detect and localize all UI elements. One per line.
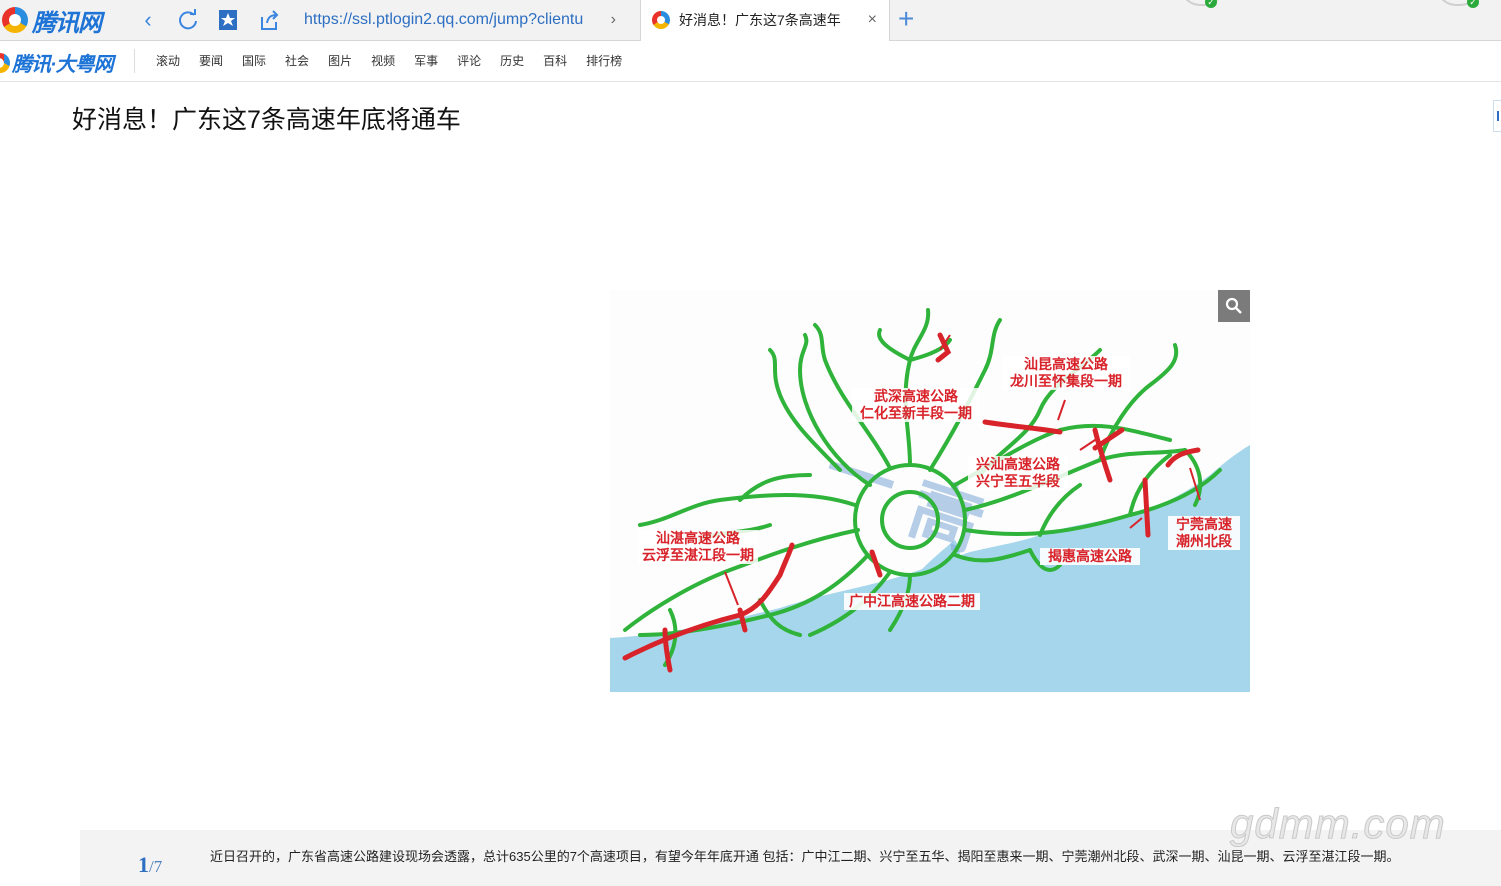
route-label-guangzhongjiang: 广中江高速公路二期: [844, 593, 980, 610]
menu-item[interactable]: 视频: [371, 41, 395, 81]
back-icon[interactable]: ‹: [134, 6, 162, 34]
menu-item[interactable]: 历史: [500, 41, 524, 81]
check-badge-icon: ✓: [1467, 0, 1479, 8]
share-icon[interactable]: [255, 6, 283, 34]
browser-brand-label: 腾讯网: [32, 9, 102, 37]
pager-total: 7: [153, 857, 163, 876]
magnifier-icon: [1225, 297, 1242, 314]
menu-item[interactable]: 军事: [414, 41, 438, 81]
route-label-jiehui: 揭惠高速公路: [1040, 548, 1140, 565]
menu-item[interactable]: 国际: [242, 41, 266, 81]
route-label-shanzhan: 汕湛高速公路 云浮至湛江段一期: [638, 530, 758, 564]
menu-item[interactable]: 社会: [285, 41, 309, 81]
address-text: https://ssl.ptlogin2.qq.com/jump?clientu: [304, 11, 584, 28]
menu-item[interactable]: 排行榜: [586, 41, 622, 81]
new-tab-button[interactable]: +: [898, 4, 914, 34]
menu-item[interactable]: 图片: [328, 41, 352, 81]
address-bar[interactable]: https://ssl.ptlogin2.qq.com/jump?clientu…: [292, 0, 638, 40]
site-watermark: gdmm.com: [1230, 800, 1446, 848]
route-label-shankun: 汕昆高速公路 龙川至怀集段一期: [1002, 356, 1130, 390]
nav-divider: [134, 49, 135, 73]
chevron-right-icon[interactable]: ›: [611, 0, 616, 40]
check-badge-icon: ✓: [1205, 0, 1217, 8]
browser-brand[interactable]: 腾讯网: [0, 5, 102, 37]
menu-item[interactable]: 要闻: [199, 41, 223, 81]
menu-item[interactable]: 百科: [543, 41, 567, 81]
tab-title: 好消息！广东这7条高速年: [679, 12, 841, 28]
image-caption: 近日召开的，广东省高速公路建设现场会透露，总计635公里的7个高速项目，有望今年…: [210, 849, 1400, 864]
refresh-icon[interactable]: [174, 6, 202, 34]
article-headline: 好消息！广东这7条高速年底将通车: [72, 106, 461, 134]
route-label-ningguan: 宁莞高速 潮州北段: [1168, 516, 1240, 550]
tab-favicon-icon: [652, 11, 670, 29]
menu-item[interactable]: 滚动: [156, 41, 180, 81]
tencent-logo-icon: [2, 7, 28, 33]
site-brand-label: 腾讯·大粤网: [12, 54, 114, 76]
channel-menu: 滚动 要闻 国际 社会 图片 视频 军事 评论 历史 百科 排行榜: [156, 41, 641, 81]
site-logo-icon: [0, 52, 10, 73]
slide-pager: 1/7: [138, 852, 162, 878]
map-graphic: 一 一 高: [610, 290, 1250, 692]
site-nav: 腾讯·大粤网 滚动 要闻 国际 社会 图片 视频 军事 评论 历史 百科 排行榜: [0, 41, 1501, 82]
active-tab[interactable]: 好消息！广东这7条高速年 ×: [640, 0, 890, 41]
pager-current: 1: [138, 852, 149, 877]
side-panel-toggle[interactable]: [1493, 100, 1501, 132]
menu-item[interactable]: 评论: [457, 41, 481, 81]
route-label-xingshan: 兴汕高速公路 兴宁至五华段: [968, 456, 1068, 490]
close-tab-icon[interactable]: ×: [868, 0, 877, 40]
route-label-wushen: 武深高速公路 仁化至新丰段一期: [852, 388, 980, 422]
highway-map-image[interactable]: 一 一 高 武深高速公路 仁化至新丰段一期 汕昆高速公路 龙川至怀集段一期 兴汕…: [610, 290, 1250, 692]
browser-toolbar: 腾讯网 ‹ https://ssl.ptlogin2.qq.com/jump?c…: [0, 0, 1501, 41]
site-logo[interactable]: 腾讯·大粤网: [0, 48, 114, 77]
zoom-button[interactable]: [1218, 290, 1250, 322]
extension-icon[interactable]: [1180, 0, 1224, 6]
bookmark-star-icon[interactable]: [214, 6, 242, 34]
